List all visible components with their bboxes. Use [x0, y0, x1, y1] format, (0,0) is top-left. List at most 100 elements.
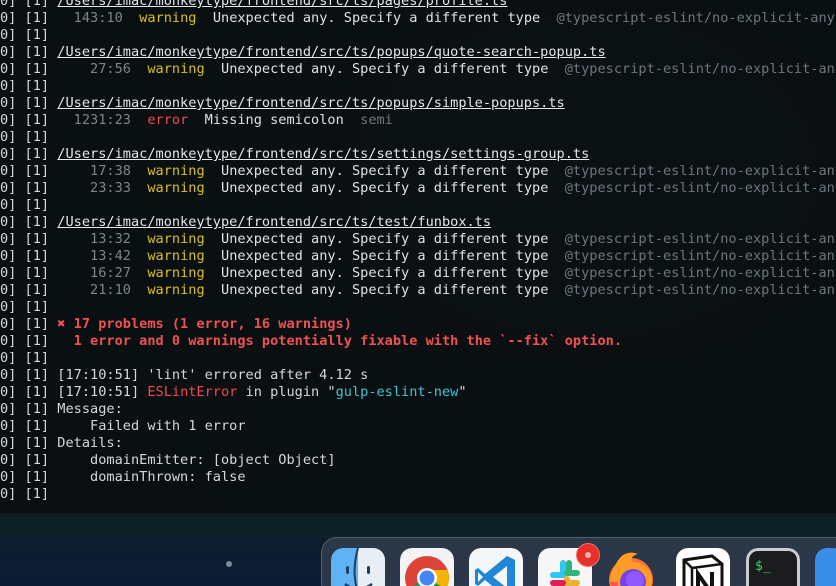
terminal-text: @typescript-eslint/no-explicit-any	[548, 265, 836, 281]
terminal-text: 0] [1]	[0, 0, 58, 9]
terminal-text: 13:42	[73, 248, 131, 264]
terminal-text: 143:10	[73, 10, 123, 26]
terminal-line: 0] [1]	[0, 78, 836, 95]
terminal-text: Unexpected any. Specify a different type	[204, 231, 549, 247]
terminal-line: 0] [1]	[0, 350, 836, 367]
terminal-line: 0] [1] ✖ 17 problems (1 error, 16 warnin…	[0, 316, 836, 333]
screen: 0] [1] /Users/imac/monkeytype/frontend/s…	[0, 0, 836, 586]
terminal-line: 0] [1] /Users/imac/monkeytype/frontend/s…	[0, 214, 836, 231]
terminal-text: 0] [1]	[0, 333, 74, 349]
terminal-text: @typescript-eslint/no-explicit-any	[548, 231, 836, 247]
chrome-icon[interactable]	[400, 548, 454, 586]
terminal-line: 0] [1] 16:27 warning Unexpected any. Spe…	[0, 265, 836, 282]
terminal-text: Unexpected any. Specify a different type	[204, 163, 549, 179]
terminal-text: 16:27	[73, 265, 131, 281]
terminal-text: Unexpected any. Specify a different type	[204, 248, 549, 264]
terminal-line: 0] [1] /Users/imac/monkeytype/frontend/s…	[0, 95, 836, 112]
terminal-text: 23:33	[73, 180, 131, 196]
terminal-line: 0] [1] 21:10 warning Unexpected any. Spe…	[0, 282, 836, 299]
terminal-text: 0] [1]	[0, 316, 58, 332]
terminal-line: 0] [1]	[0, 299, 836, 316]
terminal-line: 0] [1] Details:	[0, 435, 836, 452]
terminal-text: 0] [1]	[0, 61, 74, 77]
terminal-text: "	[458, 384, 467, 400]
terminal-line: 0] [1]	[0, 197, 836, 214]
terminal-text: 0] [1] [17:10:51]	[0, 384, 148, 400]
file-path-link[interactable]: /Users/imac/monkeytype/frontend/src/ts/p…	[57, 0, 507, 9]
terminal-text: warning	[130, 282, 205, 298]
terminal-text: 0] [1]	[0, 95, 58, 111]
background-window	[0, 513, 836, 537]
terminal-text: Missing semicolon	[188, 112, 344, 128]
terminal-text: warning	[130, 248, 205, 264]
terminal-text: 0] [1]	[0, 44, 58, 60]
terminal-line: 0] [1] Failed with 1 error	[0, 418, 836, 435]
terminal-text: 0] [1] Message:	[0, 401, 123, 417]
terminal-line: 0] [1] 27:56 warning Unexpected any. Spe…	[0, 61, 836, 78]
terminal-line: 0] [1] 23:33 warning Unexpected any. Spe…	[0, 180, 836, 197]
finder-icon[interactable]	[331, 548, 385, 586]
terminal-line: 0] [1] Message:	[0, 401, 836, 418]
file-path-link[interactable]: /Users/imac/monkeytype/frontend/src/ts/p…	[57, 95, 564, 111]
vscode-icon[interactable]	[469, 548, 523, 586]
terminal-text: 0] [1]	[0, 282, 74, 298]
terminal-text: 0] [1] Details:	[0, 435, 123, 451]
terminal-text: 0] [1]	[0, 248, 74, 264]
terminal-text: warning	[122, 10, 197, 26]
file-path-link[interactable]: /Users/imac/monkeytype/frontend/src/ts/p…	[57, 44, 605, 60]
terminal-text: 0] [1]	[0, 27, 50, 43]
terminal-text: @typescript-eslint/no-explicit-any	[540, 10, 835, 26]
terminal-text: 0] [1]	[0, 163, 74, 179]
terminal-line: 0] [1] domainThrown: false	[0, 469, 836, 486]
terminal-text: ESLintError	[147, 384, 238, 400]
terminal-line: 0] [1] [17:10:51] ESLintError in plugin …	[0, 384, 836, 401]
firefox-icon[interactable]	[604, 548, 658, 586]
terminal-text: @typescript-eslint/no-explicit-any	[548, 282, 836, 298]
terminal-text: @typescript-eslint/no-explicit-any	[548, 248, 836, 264]
terminal-text: warning	[130, 163, 205, 179]
terminal-text: ✖ 17 problems (1 error, 16 warnings)	[57, 316, 352, 332]
terminal-text: Unexpected any. Specify a different type	[204, 180, 549, 196]
terminal-text: 17:38	[73, 163, 131, 179]
terminal-text: 0] [1]	[0, 78, 50, 94]
terminal-text: Unexpected any. Specify a different type	[204, 282, 549, 298]
terminal-text: 0] [1]	[0, 299, 50, 315]
terminal-line: 0] [1] [17:10:51] 'lint' errored after 4…	[0, 367, 836, 384]
terminal-text: 0] [1]	[0, 180, 74, 196]
terminal-text: warning	[130, 231, 205, 247]
cursor-dot	[226, 561, 232, 567]
terminal-line: 0] [1] 13:42 warning Unexpected any. Spe…	[0, 248, 836, 265]
terminal-text: 0] [1]	[0, 129, 50, 145]
terminal-line: 0] [1]	[0, 486, 836, 503]
terminal-text: 13:32	[73, 231, 131, 247]
app-icon[interactable]	[815, 548, 836, 586]
terminal-text: 0] [1] domainThrown: false	[0, 469, 246, 485]
terminal-text: warning	[130, 180, 205, 196]
notion-icon[interactable]	[676, 548, 730, 586]
file-path-link[interactable]: /Users/imac/monkeytype/frontend/src/ts/t…	[57, 214, 491, 230]
terminal-line: 0] [1]	[0, 129, 836, 146]
terminal-text: 0] [1]	[0, 146, 58, 162]
terminal-line: 0] [1] 1 error and 0 warnings potentiall…	[0, 333, 836, 350]
terminal-text: 0] [1]	[0, 231, 74, 247]
file-path-link[interactable]: /Users/imac/monkeytype/frontend/src/ts/s…	[57, 146, 589, 162]
terminal-text: warning	[130, 265, 205, 281]
terminal-icon[interactable]: $_	[746, 548, 800, 586]
terminal-output[interactable]: 0] [1] /Users/imac/monkeytype/frontend/s…	[0, 0, 836, 513]
terminal-line: 0] [1] 13:32 warning Unexpected any. Spe…	[0, 231, 836, 248]
terminal-text: 0] [1]	[0, 486, 50, 502]
terminal-text: @typescript-eslint/no-explicit-any	[548, 163, 836, 179]
terminal-text: Unexpected any. Specify a different type	[204, 61, 549, 77]
terminal-text: Unexpected any. Specify a different type	[204, 265, 549, 281]
terminal-text: error	[130, 112, 189, 128]
terminal-text: 0] [1] domainEmitter: [object Object]	[0, 452, 336, 468]
terminal-text: 0] [1]	[0, 350, 50, 366]
svg-text:$_: $_	[755, 559, 771, 574]
terminal-line: 0] [1] 1231:23 error Missing semicolon s…	[0, 112, 836, 129]
terminal-text: 0] [1]	[0, 265, 74, 281]
terminal-line: 0] [1] /Users/imac/monkeytype/frontend/s…	[0, 146, 836, 163]
terminal-text: 1231:23	[73, 112, 131, 128]
terminal-text: @typescript-eslint/no-explicit-any	[548, 180, 836, 196]
terminal-line: 0] [1] /Users/imac/monkeytype/frontend/s…	[0, 0, 836, 10]
terminal-text: 1 error and 0 warnings potentially fixab…	[73, 333, 623, 349]
